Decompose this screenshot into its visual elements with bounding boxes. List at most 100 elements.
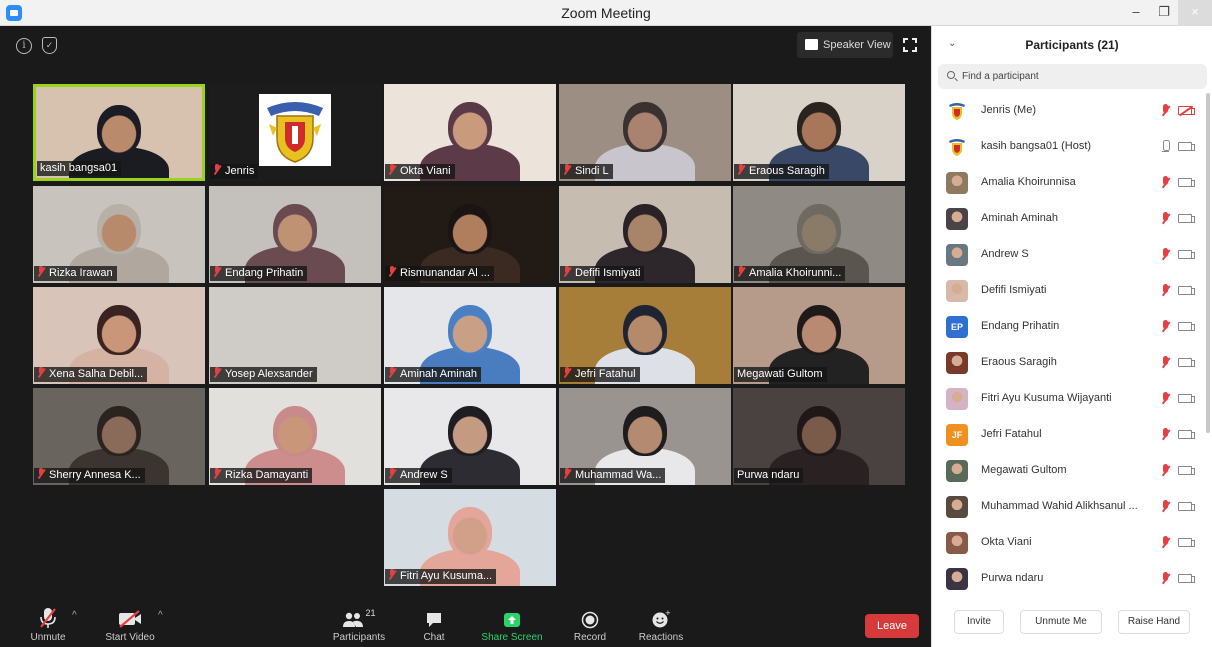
tile-name: Sindi L <box>575 165 609 177</box>
invite-button[interactable]: Invite <box>954 610 1004 634</box>
minimize-button[interactable]: – <box>1122 0 1150 26</box>
muted-mic-icon <box>37 266 45 277</box>
video-camera-icon[interactable] <box>1178 142 1195 151</box>
video-off-icon[interactable] <box>1178 106 1195 115</box>
participant-row[interactable]: Eraous Saragih <box>932 345 1212 381</box>
muted-mic-icon[interactable] <box>1160 392 1170 406</box>
video-tile[interactable]: Sindi L <box>559 84 731 181</box>
video-camera-icon[interactable] <box>1178 250 1195 259</box>
chat-button[interactable]: Chat <box>414 606 454 647</box>
muted-mic-icon[interactable] <box>1160 536 1170 550</box>
video-tile[interactable]: Jenris <box>209 84 381 181</box>
video-camera-icon[interactable] <box>1178 322 1195 331</box>
video-tile[interactable]: Eraous Saragih <box>733 84 905 181</box>
video-camera-icon[interactable] <box>1178 574 1195 583</box>
participant-row[interactable]: kasih bangsa01 (Host) <box>932 129 1212 165</box>
participant-list-scrollbar[interactable] <box>1206 93 1210 433</box>
reactions-button[interactable]: + Reactions <box>634 606 688 647</box>
share-screen-button[interactable]: Share Screen <box>476 606 548 647</box>
participants-button[interactable]: 21 Participants <box>328 606 390 647</box>
audio-options-chevron-icon[interactable]: ^ <box>72 610 77 621</box>
record-label: Record <box>573 632 607 643</box>
participant-name: Okta Viani <box>981 536 1032 548</box>
muted-mic-icon[interactable] <box>1160 104 1170 118</box>
participant-row[interactable]: EP Endang Prihatin <box>932 309 1212 345</box>
video-tile[interactable]: Jefri Fatahul <box>559 287 731 384</box>
record-button[interactable]: Record <box>568 606 612 647</box>
muted-mic-icon[interactable] <box>1160 212 1170 226</box>
video-tile[interactable]: kasih bangsa01 <box>33 84 205 181</box>
muted-mic-icon[interactable] <box>1160 464 1170 478</box>
video-tile[interactable]: Rizka Damayanti <box>209 388 381 485</box>
video-camera-icon[interactable] <box>1178 430 1195 439</box>
unmute-me-button[interactable]: Unmute Me <box>1020 610 1102 634</box>
participant-row[interactable]: Aminah Aminah <box>932 201 1212 237</box>
participant-row[interactable]: Megawati Gultom <box>932 453 1212 489</box>
video-tile[interactable]: Defifi Ismiyati <box>559 186 731 283</box>
video-tile[interactable]: Purwa ndaru <box>733 388 905 485</box>
video-tile[interactable]: Fitri Ayu Kusuma... <box>384 489 556 586</box>
school-logo-icon <box>259 94 331 166</box>
video-camera-icon[interactable] <box>1178 178 1195 187</box>
participant-row[interactable]: Jenris (Me) <box>932 93 1212 129</box>
video-tile[interactable]: Okta Viani <box>384 84 556 181</box>
video-tile[interactable]: Rismunandar Al ... <box>384 186 556 283</box>
participant-row[interactable]: Muhammad Wahid Alikhsanul ... <box>932 489 1212 525</box>
participant-row[interactable]: Fitri Ayu Kusuma Wijayanti <box>932 381 1212 417</box>
muted-mic-icon[interactable] <box>1160 356 1170 370</box>
leave-button[interactable]: Leave <box>865 614 919 638</box>
participant-row[interactable]: Purwa ndaru <box>932 561 1212 597</box>
fullscreen-icon[interactable] <box>903 38 917 52</box>
info-icon[interactable]: i <box>16 38 32 54</box>
video-camera-icon[interactable] <box>1178 538 1195 547</box>
video-tile[interactable]: Megawati Gultom <box>733 287 905 384</box>
video-camera-icon[interactable] <box>1178 502 1195 511</box>
video-tile[interactable]: Amalia Khoirunni... <box>733 186 905 283</box>
mic-icon[interactable] <box>1160 140 1170 154</box>
muted-mic-icon <box>213 367 221 378</box>
muted-mic-icon[interactable] <box>1160 248 1170 262</box>
record-icon <box>581 611 599 629</box>
muted-mic-icon <box>388 367 396 378</box>
video-tile[interactable]: Rizka Irawan <box>33 186 205 283</box>
muted-mic-icon[interactable] <box>1160 428 1170 442</box>
muted-mic-icon[interactable] <box>1160 176 1170 190</box>
muted-mic-icon <box>388 266 396 277</box>
participant-face <box>448 406 492 456</box>
video-tile[interactable]: Yosep Alexsander <box>209 287 381 384</box>
muted-mic-icon <box>737 266 745 277</box>
video-camera-icon[interactable] <box>1178 394 1195 403</box>
muted-mic-icon[interactable] <box>1160 500 1170 514</box>
restore-button[interactable]: ❐ <box>1150 0 1178 26</box>
muted-mic-icon[interactable] <box>1160 284 1170 298</box>
share-screen-label: Share Screen <box>481 632 543 643</box>
participant-row[interactable]: Okta Viani <box>932 525 1212 561</box>
unmute-button[interactable]: Unmute <box>22 606 74 647</box>
search-input[interactable] <box>962 64 1202 89</box>
speaker-view-button[interactable]: Speaker View <box>797 32 893 58</box>
muted-mic-icon[interactable] <box>1160 320 1170 334</box>
video-camera-icon[interactable] <box>1178 286 1195 295</box>
start-video-button[interactable]: Start Video <box>98 606 162 647</box>
video-camera-icon[interactable] <box>1178 358 1195 367</box>
participant-search[interactable] <box>938 64 1207 89</box>
participant-row[interactable]: Andrew S <box>932 237 1212 273</box>
video-tile[interactable]: Xena Salha Debil... <box>33 287 205 384</box>
meeting-toolbar: Unmute ^ Start Video ^ 21 Participants C… <box>0 606 931 647</box>
muted-mic-icon[interactable] <box>1160 572 1170 586</box>
video-tile[interactable]: Andrew S <box>384 388 556 485</box>
participant-row[interactable]: Amalia Khoirunnisa <box>932 165 1212 201</box>
participant-row[interactable]: Defifi Ismiyati <box>932 273 1212 309</box>
video-tile[interactable]: Sherry Annesa K... <box>33 388 205 485</box>
video-tile[interactable]: Endang Prihatin <box>209 186 381 283</box>
participant-row[interactable]: JF Jefri Fatahul <box>932 417 1212 453</box>
tile-name-label: Eraous Saragih <box>734 164 829 179</box>
raise-hand-button[interactable]: Raise Hand <box>1118 610 1190 634</box>
close-button[interactable]: × <box>1178 0 1212 26</box>
video-options-chevron-icon[interactable]: ^ <box>158 610 163 621</box>
security-shield-icon[interactable]: ✓ <box>42 37 57 54</box>
video-tile[interactable]: Muhammad Wa... <box>559 388 731 485</box>
video-camera-icon[interactable] <box>1178 466 1195 475</box>
video-camera-icon[interactable] <box>1178 214 1195 223</box>
video-tile[interactable]: Aminah Aminah <box>384 287 556 384</box>
